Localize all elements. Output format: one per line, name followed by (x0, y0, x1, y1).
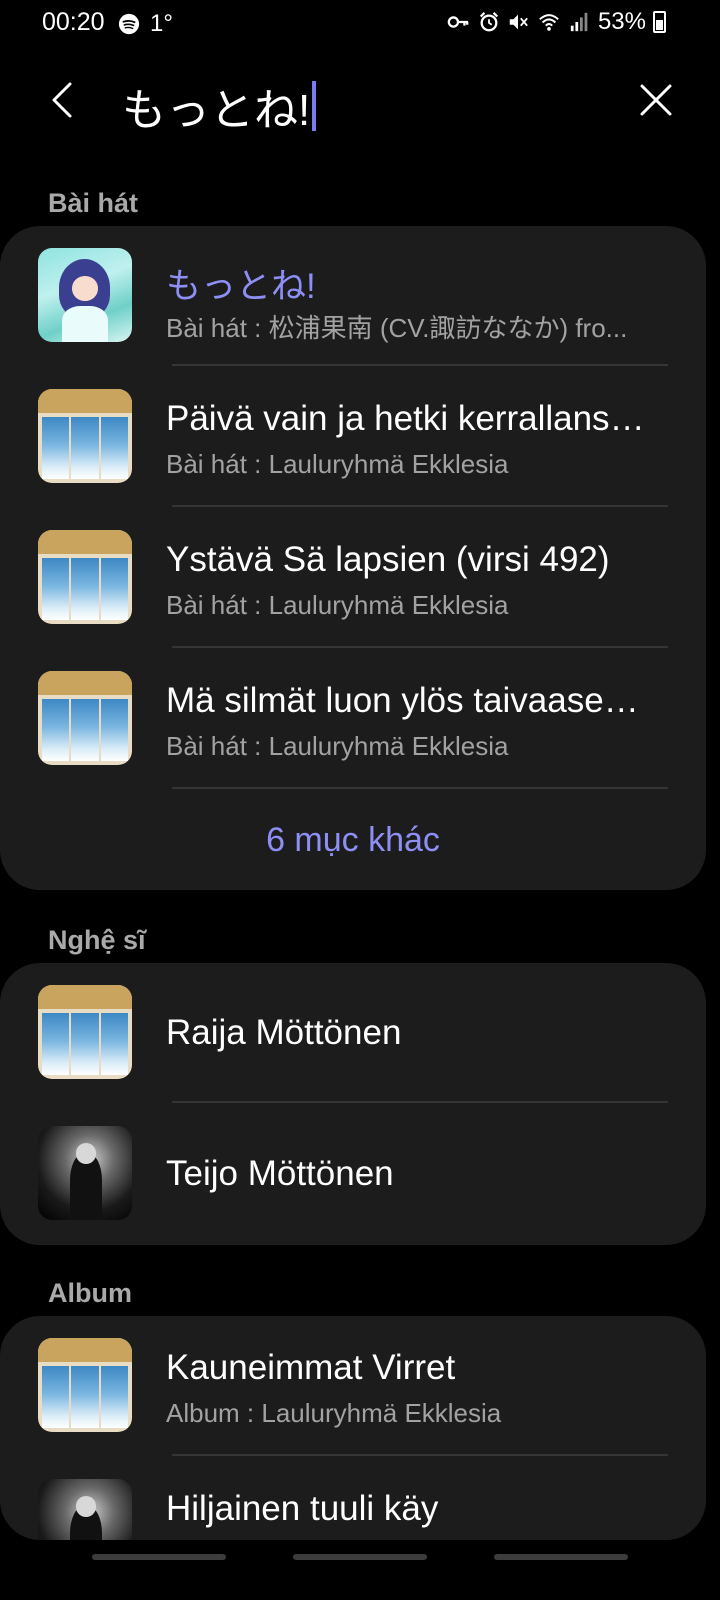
battery-icon (653, 11, 666, 33)
search-query-text: もっとね! (122, 86, 311, 135)
song-subtitle: Bài hát : 松浦果南 (CV.諏訪ななか) fro... (166, 313, 628, 343)
section-title-artists: Nghệ sĩ (48, 925, 146, 955)
songs-card: もっとね! Bài hát : 松浦果南 (CV.諏訪ななか) fro... P… (0, 226, 706, 890)
temperature-text: 1° (150, 10, 173, 37)
artist-image (38, 985, 132, 1079)
song-subtitle: Bài hát : Lauluryhmä Ekklesia (166, 590, 509, 620)
song-title: Päivä vain ja hetki kerrallansa... (166, 399, 656, 438)
text-cursor (312, 81, 317, 131)
divider (172, 364, 668, 366)
more-songs-link[interactable]: 6 mục khác (0, 821, 706, 860)
song-subtitle: Bài hát : Lauluryhmä Ekklesia (166, 449, 509, 479)
album-art-image (38, 389, 132, 483)
divider (172, 787, 668, 789)
artist-name: Teijo Möttönen (166, 1154, 394, 1193)
song-title: もっとね! (166, 267, 316, 306)
clear-search-button[interactable] (632, 76, 680, 124)
song-title: Ystävä Sä lapsien (virsi 492) (166, 540, 610, 579)
song-subtitle: Bài hát : Lauluryhmä Ekklesia (166, 731, 509, 761)
song-item[interactable]: Ystävä Sä lapsien (virsi 492) Bài hát : … (0, 508, 706, 652)
mute-icon (509, 14, 528, 30)
status-time: 00:20 (42, 8, 105, 36)
divider (172, 646, 668, 648)
section-title-albums: Album (48, 1278, 132, 1308)
artist-image (38, 1126, 132, 1220)
nav-home-button[interactable] (293, 1554, 427, 1560)
artists-card: Raija Möttönen Teijo Möttönen (0, 963, 706, 1245)
album-art-image (38, 248, 132, 342)
album-item[interactable]: Kauneimmat Virret Album : Lauluryhmä Ekk… (0, 1316, 706, 1460)
back-button[interactable] (40, 76, 88, 124)
album-art-image (38, 671, 132, 765)
status-bar: 00:20 1° 53% (0, 0, 720, 46)
artist-name: Raija Möttönen (166, 1013, 402, 1052)
song-item[interactable]: Mä silmät luon ylös taivaaseen... Bài há… (0, 649, 706, 793)
divider (172, 505, 668, 507)
album-title: Kauneimmat Virret (166, 1348, 456, 1387)
album-art-image (38, 1479, 132, 1540)
artist-item[interactable]: Raija Möttönen (0, 963, 706, 1107)
album-item[interactable]: Hiljainen tuuli käy (0, 1457, 706, 1540)
alarm-icon (479, 12, 499, 32)
search-input[interactable]: もっとね! (122, 74, 317, 138)
album-art-image (38, 1338, 132, 1432)
song-item[interactable]: Päivä vain ja hetki kerrallansa... Bài h… (0, 367, 706, 511)
nav-back-button[interactable] (494, 1554, 628, 1560)
albums-card: Kauneimmat Virret Album : Lauluryhmä Ekk… (0, 1316, 706, 1540)
key-icon (447, 16, 469, 28)
album-art-image (38, 530, 132, 624)
navigation-bar (0, 1548, 720, 1600)
divider (172, 1101, 668, 1103)
signal-icon (570, 12, 588, 32)
album-title: Hiljainen tuuli käy (166, 1489, 439, 1528)
nav-recents-button[interactable] (92, 1554, 226, 1560)
album-subtitle: Album : Lauluryhmä Ekklesia (166, 1398, 502, 1428)
song-item[interactable]: もっとね! Bài hát : 松浦果南 (CV.諏訪ななか) fro... (0, 226, 706, 370)
divider (172, 1454, 668, 1456)
artist-item[interactable]: Teijo Möttönen (0, 1104, 706, 1245)
spotify-icon (118, 13, 140, 35)
search-bar: もっとね! (0, 60, 720, 140)
song-title: Mä silmät luon ylös taivaaseen... (166, 681, 656, 720)
battery-percent: 53% (597, 8, 646, 35)
wifi-icon (539, 14, 559, 31)
section-title-songs: Bài hát (48, 188, 139, 218)
